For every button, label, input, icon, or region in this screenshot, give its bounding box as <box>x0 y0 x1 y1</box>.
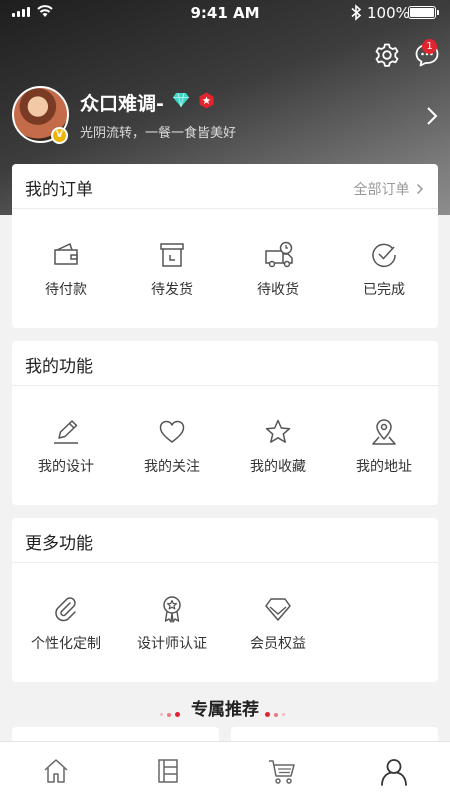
status-bar: 9:41 AM 100% <box>0 0 450 26</box>
more-functions-card-header: 更多功能 <box>12 518 438 563</box>
cart-icon <box>269 760 295 784</box>
check-circle-icon <box>372 243 396 268</box>
order-pending-shipment-label: 待发货 <box>151 282 193 298</box>
chevron-right-icon[interactable] <box>426 106 438 126</box>
heart-icon <box>159 420 185 443</box>
orders-card-header: 我的订单 全部订单 <box>12 164 438 209</box>
my-designs[interactable]: 我的设计 <box>13 386 119 505</box>
verified-badge-icon: V <box>51 127 68 144</box>
user-icon <box>381 759 407 786</box>
order-pending-receipt[interactable]: 待收货 <box>225 209 331 328</box>
pencil-icon <box>54 420 78 444</box>
bluetooth-icon <box>351 4 362 21</box>
grid-book-icon <box>158 759 178 783</box>
battery-icon <box>408 6 439 19</box>
order-completed-label: 已完成 <box>363 282 405 298</box>
my-follows-label: 我的关注 <box>144 459 200 475</box>
designer-certification-label: 设计师认证 <box>137 636 207 652</box>
all-orders-label: 全部订单 <box>353 182 410 198</box>
message-badge: 1 <box>422 39 437 54</box>
recommend-title: 专属推荐 <box>191 700 259 720</box>
my-follows[interactable]: 我的关注 <box>119 386 225 505</box>
decor-dots-right <box>263 704 287 723</box>
orders-card: 我的订单 全部订单 待付款 待发货 待收货 已完成 <box>12 164 438 328</box>
battery-percent: 100% <box>367 4 410 22</box>
location-icon <box>372 419 396 445</box>
member-benefits[interactable]: 会员权益 <box>225 563 331 682</box>
functions-card: 我的功能 我的设计 我的关注 我的收藏 我的地址 <box>12 341 438 505</box>
functions-grid: 我的设计 我的关注 我的收藏 我的地址 <box>12 386 438 505</box>
tab-category[interactable] <box>112 742 224 800</box>
my-favorites[interactable]: 我的收藏 <box>225 386 331 505</box>
settings-gear-icon[interactable] <box>374 42 400 68</box>
orders-title: 我的订单 <box>25 180 93 200</box>
my-addresses[interactable]: 我的地址 <box>331 386 437 505</box>
more-functions-grid: 个性化定制 设计师认证 会员权益 <box>12 563 438 682</box>
tab-profile[interactable] <box>337 742 449 800</box>
diamond-icon <box>265 598 291 621</box>
my-favorites-label: 我的收藏 <box>250 459 306 475</box>
profile-motto: 光阴流转，一餐一食皆美好 <box>80 126 237 141</box>
my-designs-label: 我的设计 <box>38 459 94 475</box>
medal-icon <box>163 596 181 623</box>
my-addresses-label: 我的地址 <box>356 459 412 475</box>
functions-title: 我的功能 <box>25 357 93 377</box>
tab-cart[interactable] <box>225 742 337 800</box>
orders-grid: 待付款 待发货 待收货 已完成 <box>12 209 438 328</box>
diamond-level-icon <box>173 92 189 108</box>
designer-certification[interactable]: 设计师认证 <box>119 563 225 682</box>
vip-badge-icon <box>199 92 214 109</box>
order-pending-payment-label: 待付款 <box>45 282 87 298</box>
tab-home[interactable] <box>0 742 112 800</box>
all-orders-link[interactable]: 全部订单 <box>354 179 424 199</box>
home-icon <box>44 759 68 783</box>
more-functions-card: 更多功能 个性化定制 设计师认证 会员权益 <box>12 518 438 682</box>
username: 众口难调- <box>80 93 164 115</box>
bottom-tab-bar <box>0 741 450 800</box>
order-completed[interactable]: 已完成 <box>331 209 437 328</box>
functions-card-header: 我的功能 <box>12 341 438 386</box>
paperclip-icon <box>55 597 76 622</box>
personalized-customization[interactable]: 个性化定制 <box>13 563 119 682</box>
order-pending-receipt-label: 待收货 <box>257 282 299 298</box>
order-pending-payment[interactable]: 待付款 <box>13 209 119 328</box>
order-pending-shipment[interactable]: 待发货 <box>119 209 225 328</box>
member-benefits-label: 会员权益 <box>250 636 306 652</box>
personalized-customization-label: 个性化定制 <box>31 636 101 652</box>
box-icon <box>160 243 184 267</box>
wallet-icon <box>54 242 78 265</box>
truck-icon <box>265 241 293 268</box>
star-icon <box>265 419 291 443</box>
more-functions-title: 更多功能 <box>25 534 93 554</box>
chevron-right-icon <box>416 183 424 195</box>
recommend-section-header: 专属推荐 <box>0 695 450 720</box>
